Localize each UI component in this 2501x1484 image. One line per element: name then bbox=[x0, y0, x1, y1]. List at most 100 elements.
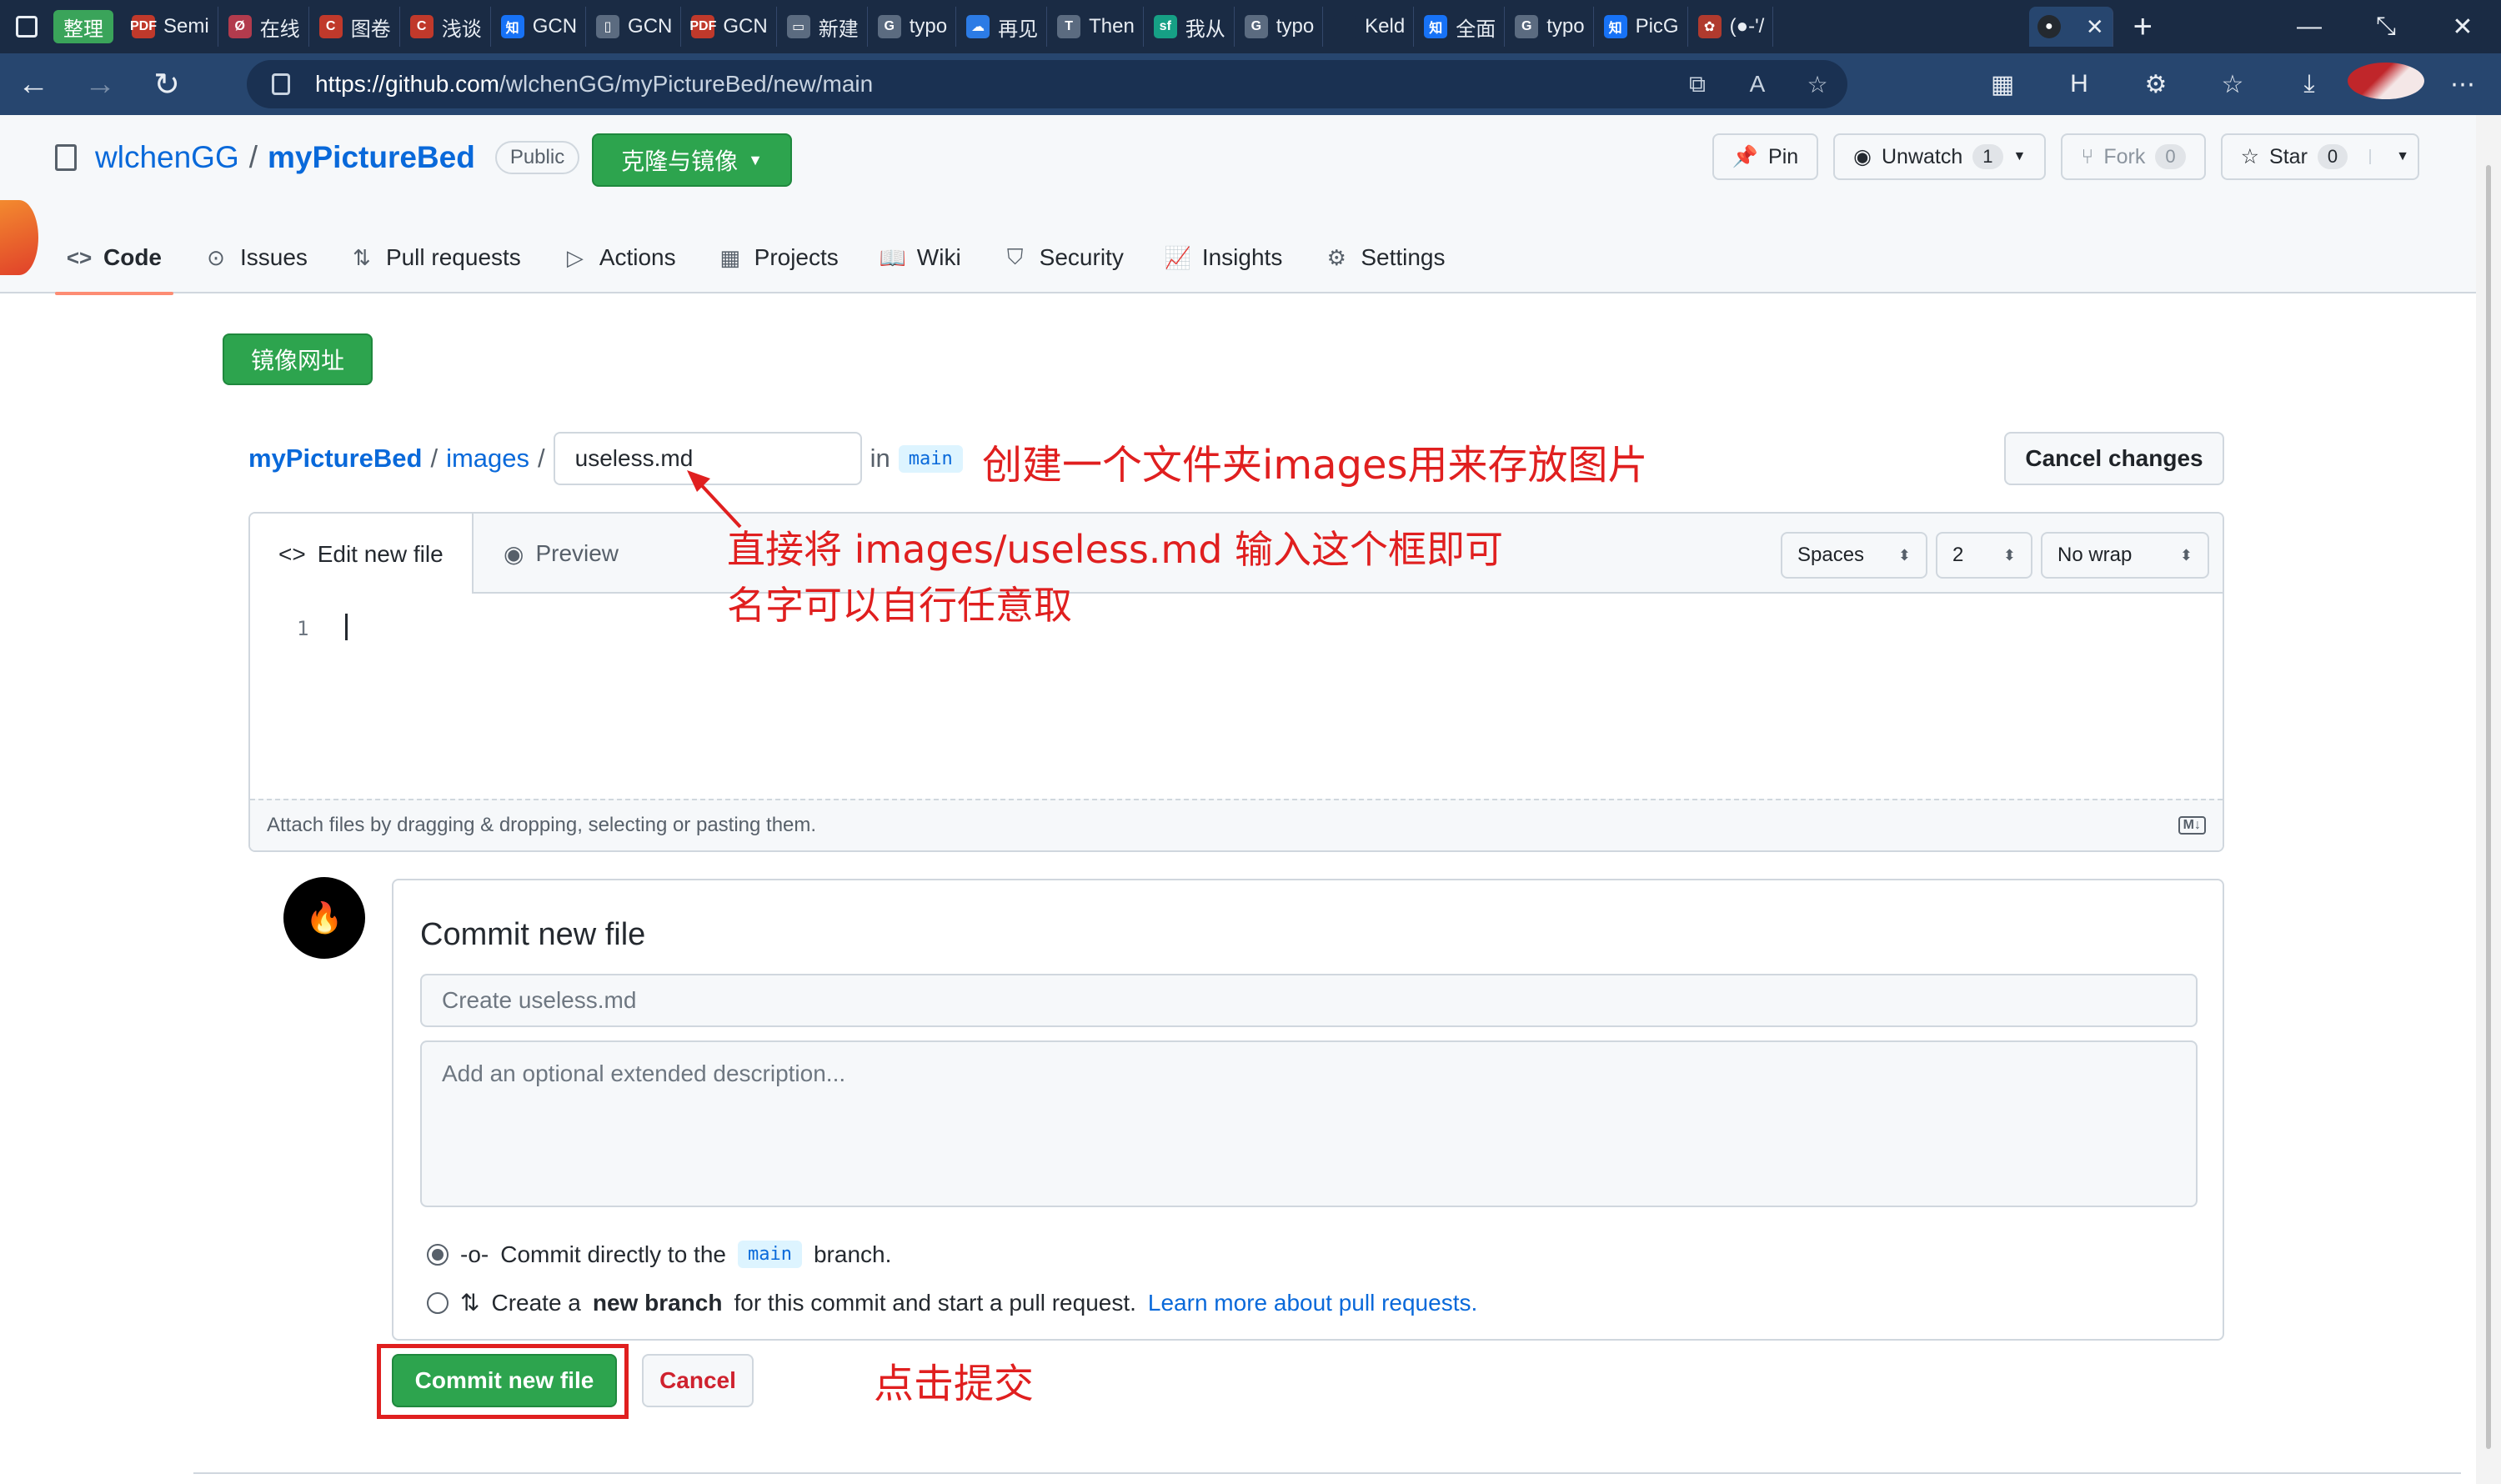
indent-size-select[interactable]: 2 ⬍ bbox=[1936, 532, 2032, 579]
browser-tab[interactable]: PDF Semi bbox=[123, 7, 218, 47]
browser-tab[interactable]: PDF GCN bbox=[683, 7, 777, 47]
browser-tab[interactable]: 知 PicG bbox=[1596, 7, 1688, 47]
cancel-button[interactable]: Cancel bbox=[642, 1354, 754, 1407]
mascot-decoration bbox=[0, 200, 38, 275]
tab-favicon-icon bbox=[1333, 15, 1357, 38]
forward-icon[interactable]: → bbox=[67, 53, 133, 115]
repo-name-link[interactable]: myPictureBed bbox=[268, 140, 475, 175]
browser-tab[interactable]: Gtypo bbox=[870, 7, 957, 47]
tab-group-label[interactable]: 整理 bbox=[53, 10, 113, 43]
learn-more-link[interactable]: Learn more about pull requests. bbox=[1148, 1290, 1477, 1316]
open-in-app-icon[interactable]: ⧉ bbox=[1667, 71, 1727, 98]
pin-label: Pin bbox=[1768, 144, 1799, 168]
tab-label: PicG bbox=[1635, 15, 1679, 38]
eye-icon: ◉ bbox=[1853, 145, 1872, 168]
close-window-icon[interactable]: ✕ bbox=[2424, 0, 2501, 53]
tab-label: 在线 bbox=[259, 18, 300, 41]
branch-chip: main bbox=[737, 1241, 802, 1268]
radio-unselected[interactable] bbox=[427, 1291, 449, 1314]
mirror-url-button[interactable]: 镜像网址 bbox=[223, 333, 373, 385]
tab-edit-new-file[interactable]: <> Edit new file bbox=[250, 514, 474, 595]
browser-tab[interactable]: C 图卷 bbox=[311, 7, 400, 47]
commit-direct-option[interactable]: -o- Commit directly to the main branch. bbox=[427, 1241, 891, 1268]
tab-wiki[interactable]: 📖 Wiki bbox=[869, 222, 973, 293]
tab-security[interactable]: ⛉ Security bbox=[991, 222, 1135, 293]
tab-favicon-icon: PDF bbox=[130, 15, 157, 38]
browser-tab[interactable]: ☁ 再见 bbox=[958, 7, 1048, 47]
tab-favicon-icon: PDF bbox=[689, 15, 716, 38]
tab-settings[interactable]: ⚙ Settings bbox=[1312, 222, 1456, 293]
extensions-icon[interactable]: ⚙ bbox=[2118, 70, 2194, 99]
browser-tab[interactable]: sf 我从 bbox=[1145, 7, 1235, 47]
tab-preview[interactable]: ◉ Preview bbox=[475, 514, 647, 594]
attach-files-bar[interactable]: Attach files by dragging & dropping, sel… bbox=[250, 799, 2223, 850]
tab-issues[interactable]: ⊙ Issues bbox=[192, 222, 319, 293]
commit-new-file-button[interactable]: Commit new file bbox=[392, 1354, 617, 1407]
flame-icon: 🔥 bbox=[305, 900, 343, 935]
star-dropdown-icon[interactable]: ▼ bbox=[2369, 149, 2409, 164]
preview-tab-label: Preview bbox=[535, 540, 619, 566]
tab-label: 新建 bbox=[818, 18, 859, 41]
tab-code[interactable]: <> Code bbox=[55, 222, 173, 295]
refresh-icon[interactable]: ↻ bbox=[133, 53, 200, 115]
browser-tab[interactable]: 知全面 bbox=[1416, 7, 1506, 47]
browser-tab[interactable]: ✿ (●-'/ bbox=[1690, 7, 1774, 47]
cancel-changes-button[interactable]: Cancel changes bbox=[2004, 432, 2224, 485]
more-icon[interactable]: ⋯ bbox=[2424, 70, 2501, 99]
active-tab[interactable]: ● ✕ bbox=[2028, 7, 2113, 47]
tab-pull-requests[interactable]: ⇅ Pull requests bbox=[338, 222, 533, 293]
radio-selected[interactable] bbox=[427, 1243, 449, 1266]
close-tab-icon[interactable]: ✕ bbox=[2086, 14, 2104, 40]
tab-projects[interactable]: ▦ Projects bbox=[706, 222, 850, 293]
url-bar[interactable]: https://github.com/wlchenGG/myPictureBed… bbox=[247, 60, 1847, 108]
path-repo-link[interactable]: myPictureBed bbox=[248, 444, 422, 474]
wrap-mode-select[interactable]: No wrap ⬍ bbox=[2041, 532, 2209, 579]
browser-tab[interactable]: ▭ 新建 bbox=[779, 7, 868, 47]
watch-count: 1 bbox=[1972, 144, 2003, 169]
clone-mirror-button[interactable]: 克隆与镜像 ▼ bbox=[592, 133, 792, 187]
browser-tab[interactable]: ▯ GCN bbox=[588, 7, 682, 47]
profile-avatar[interactable] bbox=[2348, 63, 2424, 106]
browser-tab[interactable]: Gtypo bbox=[1506, 7, 1594, 47]
back-icon[interactable]: ← bbox=[0, 53, 67, 115]
repo-owner-link[interactable]: wlchenGG bbox=[95, 140, 239, 175]
minimize-icon[interactable]: — bbox=[2271, 0, 2348, 53]
commit-description-textarea[interactable]: Add an optional extended description... bbox=[420, 1040, 2198, 1207]
downloads-icon[interactable]: ⤓ bbox=[2271, 70, 2348, 98]
attach-hint: Attach files by dragging & dropping, sel… bbox=[267, 814, 817, 836]
pin-button[interactable]: 📌 Pin bbox=[1712, 133, 1819, 180]
graph-icon: 📈 bbox=[1164, 244, 1192, 270]
favorites-icon[interactable]: ☆ bbox=[2194, 70, 2271, 99]
option1-text: Commit directly to the bbox=[500, 1241, 726, 1267]
nav-label: Wiki bbox=[916, 244, 961, 270]
path-folder-link[interactable]: images bbox=[446, 444, 529, 474]
tab-actions-icon[interactable] bbox=[0, 0, 53, 53]
favorite-add-icon[interactable]: ☆ bbox=[1787, 71, 1847, 98]
indent-mode-select[interactable]: Spaces ⬍ bbox=[1781, 532, 1927, 579]
new-branch-option[interactable]: ⇅ Create a new branch for this commit an… bbox=[427, 1289, 1477, 1316]
tab-favicon-icon: C bbox=[409, 15, 434, 38]
read-aloud-icon[interactable]: A bbox=[1727, 71, 1787, 98]
tab-favicon-icon: 知 bbox=[500, 15, 524, 38]
browser-tab[interactable]: Ø 在线 bbox=[220, 7, 309, 47]
fork-button[interactable]: ⑂ Fork 0 bbox=[2061, 133, 2206, 180]
star-button[interactable]: ☆ Star 0 ▼ bbox=[2220, 133, 2419, 180]
browser-tab[interactable]: 知 GCN bbox=[493, 7, 587, 47]
extension-h1-icon[interactable]: H bbox=[2041, 70, 2118, 98]
apps-icon[interactable]: ▦ bbox=[1964, 70, 2041, 99]
tab-insights[interactable]: 📈 Insights bbox=[1154, 222, 1295, 293]
annotation-filename-hint: 直接将 images/useless.md 输入这个框即可 名字可以自行任意取 bbox=[727, 522, 1503, 633]
browser-tab[interactable]: Keld bbox=[1325, 7, 1415, 47]
repo-icon bbox=[55, 144, 77, 171]
scrollbar[interactable] bbox=[2476, 115, 2501, 1484]
unwatch-button[interactable]: ◉ Unwatch 1 ▼ bbox=[1833, 133, 2047, 180]
new-tab-icon[interactable]: + bbox=[2115, 8, 2171, 46]
restore-icon[interactable]: ⤡ bbox=[2348, 0, 2424, 53]
browser-tab[interactable]: Gtypo bbox=[1236, 7, 1324, 47]
browser-tab[interactable]: T Then bbox=[1049, 7, 1144, 47]
browser-tab[interactable]: C 浅谈 bbox=[402, 7, 491, 47]
tab-actions[interactable]: ▷ Actions bbox=[551, 222, 688, 293]
commit-summary-input[interactable]: Create useless.md bbox=[420, 974, 2198, 1027]
select-arrows-icon: ⬍ bbox=[2002, 546, 2016, 564]
tab-favicon-icon: ▭ bbox=[786, 15, 810, 38]
